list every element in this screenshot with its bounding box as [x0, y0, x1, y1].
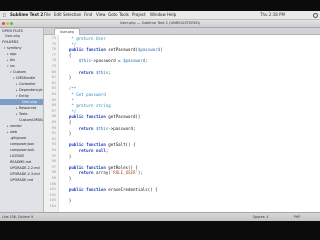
code-token: }: [59, 198, 72, 204]
cursor-position: Line 106, Column 9: [2, 215, 34, 219]
code-token: 'ROLE_USER': [110, 170, 138, 176]
code-token: public function: [68, 114, 109, 120]
tab-bar: User.php: [44, 28, 320, 35]
code-token: public function: [68, 164, 109, 170]
code-token: public function: [68, 142, 109, 148]
code-token: return: [78, 69, 96, 75]
line-number-gutter: 74 75 76 77 78 79 80 81 82 83 84 85 86 87 88 89 90 91 92 93…: [44, 35, 59, 212]
indentation-setting[interactable]: Spaces: 4: [253, 213, 269, 221]
code-token: );: [137, 170, 143, 176]
code-token: getPassword(): [108, 114, 141, 120]
code-token: array(: [95, 170, 111, 176]
code-token: setPassword(: [108, 47, 138, 53]
editor-pane: User.php 74 75 76 77 78 79 80 81 82 83 84 85 86 87 88 8…: [44, 28, 320, 212]
code-token: /**: [59, 86, 77, 92]
folder-tree: ▾ symfony ▸ app ▸ bin ▾ src ▾ Custom ▾ CMSBundle ▸ Co…: [0, 45, 43, 183]
code-token: }: [59, 176, 72, 181]
menu-app-name[interactable]: Sublime Text 2: [10, 11, 43, 19]
code-token: $password: [137, 47, 161, 53]
code-token: */: [59, 108, 77, 114]
menu-bar:  Sublime Text 2 FileEditSelectionFind Vi…: [0, 11, 320, 20]
code-token: $this: [95, 125, 109, 131]
code-token: {: [59, 120, 72, 125]
code-token: }: [59, 131, 72, 137]
tree-item[interactable]: UPGRADE.md: [0, 177, 43, 183]
code-token: }: [59, 75, 72, 81]
code-token: *: [59, 97, 74, 103]
clock: Thu 2:38 PM: [260, 12, 285, 17]
apple-icon[interactable]: : [3, 11, 5, 19]
code-token: getSalt() {: [108, 142, 136, 148]
code-token: public function: [68, 187, 109, 193]
code-token: $password: [123, 58, 146, 64]
code-token: getRoles() {: [108, 164, 138, 170]
status-bar: Line 106, Column 9 Spaces: 4 PHP: [0, 212, 320, 221]
menu-view[interactable]: View: [96, 11, 106, 19]
code-token: * Get password: [59, 92, 106, 97]
code-token: ;: [105, 148, 109, 153]
menu-window[interactable]: Window: [150, 11, 166, 19]
line-number: 104: [49, 204, 57, 208]
menu-help[interactable]: Help: [167, 11, 176, 19]
code-token: {: [59, 52, 72, 58]
menu-goto[interactable]: Goto: [108, 11, 118, 19]
code-token: return: [78, 170, 96, 176]
tree-item-label: UPGRADE.md: [10, 178, 33, 182]
menu-selection[interactable]: Selection: [63, 11, 81, 19]
code-token: ;: [145, 58, 148, 64]
code-area[interactable]: * @return User */ public function setPas…: [59, 35, 320, 212]
code-token: }: [59, 153, 72, 159]
code-token: null: [95, 148, 106, 153]
menu-file[interactable]: File: [44, 11, 51, 19]
menu-project[interactable]: Project: [132, 11, 146, 19]
menu-find[interactable]: Find: [84, 11, 92, 19]
code-token: return: [78, 125, 96, 131]
code-token: eraseCredentials() {: [108, 187, 158, 193]
screen:  Sublime Text 2 FileEditSelectionFind Vi…: [0, 0, 320, 240]
window-title: User.php — Sublime Text 2 (UNREGISTERED): [119, 21, 201, 25]
spotlight-search-icon[interactable]: [313, 13, 318, 18]
menu-tools[interactable]: Tools: [119, 11, 129, 19]
code-token: ;: [108, 69, 111, 75]
code-token: return: [78, 148, 96, 153]
syntax-mode[interactable]: PHP: [294, 213, 300, 221]
menu-edit[interactable]: Edit: [54, 11, 62, 19]
code-token: ->password =: [91, 58, 124, 64]
editor-window: User.php — Sublime Text 2 (UNREGISTERED)…: [0, 20, 320, 221]
code-token: public function: [68, 47, 109, 53]
code-token: * @return string: [59, 103, 111, 109]
code-token: * @return User: [59, 36, 106, 41]
code-token: */: [59, 41, 77, 47]
sidebar: OPEN FILES User.php FOLDERS ▾ symfony ▸ app…: [0, 28, 44, 212]
code-token: ): [160, 47, 163, 53]
code-token: $this: [78, 58, 92, 64]
code-token: ->password;: [108, 125, 136, 131]
tab-user-php[interactable]: User.php: [54, 28, 80, 35]
title-bar: User.php — Sublime Text 2 (UNREGISTERED): [0, 20, 320, 28]
code-token: $this: [95, 69, 109, 75]
